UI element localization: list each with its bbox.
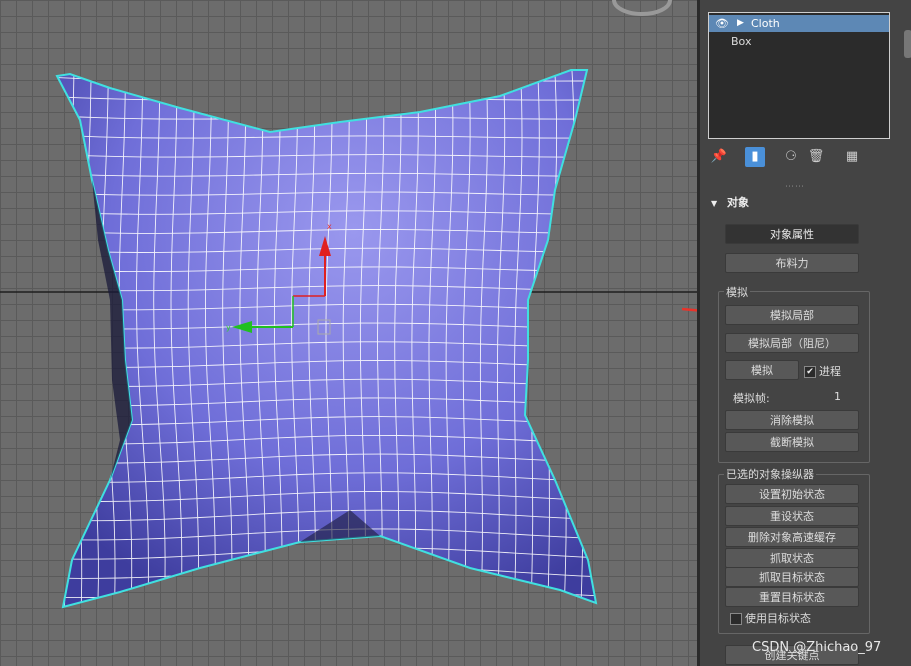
make-unique-icon[interactable]: ⚆: [781, 147, 801, 167]
grab-state-button[interactable]: 抓取状态: [725, 548, 859, 568]
stack-item-box[interactable]: Box: [709, 33, 889, 50]
progress-checkbox[interactable]: ✔ 进程: [804, 363, 841, 379]
grab-target-state-button[interactable]: 抓取目标状态: [725, 567, 859, 587]
3d-viewport[interactable]: x y: [0, 0, 697, 666]
expand-triangle-icon[interactable]: ▶: [737, 15, 744, 32]
use-target-state-checkbox[interactable]: 使用目标状态: [730, 610, 811, 626]
pin-stack-icon[interactable]: 📌: [709, 147, 729, 167]
pillow-cloth-mesh[interactable]: [33, 58, 609, 620]
sim-frame-label: 模拟帧:: [733, 392, 770, 405]
simulate-button[interactable]: 模拟: [725, 360, 799, 380]
gizmo-axis-x-label: x: [327, 222, 332, 231]
sim-frame-value: 1: [834, 390, 841, 403]
cloth-forces-button[interactable]: 布料力: [725, 253, 859, 273]
erase-simulation-button[interactable]: 消除模拟: [725, 410, 859, 430]
use-target-state-label: 使用目标状态: [745, 612, 811, 625]
reset-target-state-button[interactable]: 重置目标状态: [725, 587, 859, 607]
rollout-header-object[interactable]: ▼ 对象: [707, 194, 881, 212]
eye-icon[interactable]: 👁: [715, 15, 729, 32]
truncate-simulation-button[interactable]: 截断模拟: [725, 432, 859, 452]
checkbox-check-icon[interactable]: ✔: [804, 366, 816, 378]
panel-scrollbar[interactable]: [904, 30, 911, 58]
simulation-group-label: 模拟: [724, 284, 750, 300]
selected-manipulators-group-label: 已选的对象操纵器: [724, 466, 816, 482]
watermark-text: CSDN @Zhichao_97: [752, 640, 882, 655]
checkbox-box-icon[interactable]: [730, 613, 742, 625]
viewcube-ring[interactable]: [612, 0, 672, 16]
modifier-stack-list[interactable]: 👁 ▶ Cloth Box: [708, 12, 890, 139]
red-arrow-annotation: [682, 307, 697, 312]
stack-item-label: Cloth: [751, 17, 780, 30]
stack-item-cloth[interactable]: 👁 ▶ Cloth: [709, 15, 889, 32]
collapse-triangle-icon[interactable]: ▼: [711, 199, 717, 208]
set-initial-state-button[interactable]: 设置初始状态: [725, 484, 859, 504]
gizmo-axis-y-label: y: [226, 323, 231, 332]
progress-checkbox-label: 进程: [819, 365, 841, 378]
delete-object-cache-button[interactable]: 删除对象高速缓存: [725, 527, 859, 547]
show-end-result-icon[interactable]: ▮: [745, 147, 765, 167]
simulate-local-button[interactable]: 模拟局部: [725, 305, 859, 325]
simulate-local-damped-button[interactable]: 模拟局部（阻尼）: [725, 333, 859, 353]
panel-divider-handle[interactable]: ⋯⋯: [785, 182, 805, 192]
object-properties-button[interactable]: 对象属性: [725, 224, 859, 244]
delete-modifier-icon[interactable]: 🗑: [806, 147, 826, 167]
stack-item-label: Box: [731, 35, 752, 48]
configure-sets-icon[interactable]: ▦: [842, 147, 862, 167]
rollout-title: 对象: [727, 196, 749, 209]
reset-state-button[interactable]: 重设状态: [725, 506, 859, 526]
